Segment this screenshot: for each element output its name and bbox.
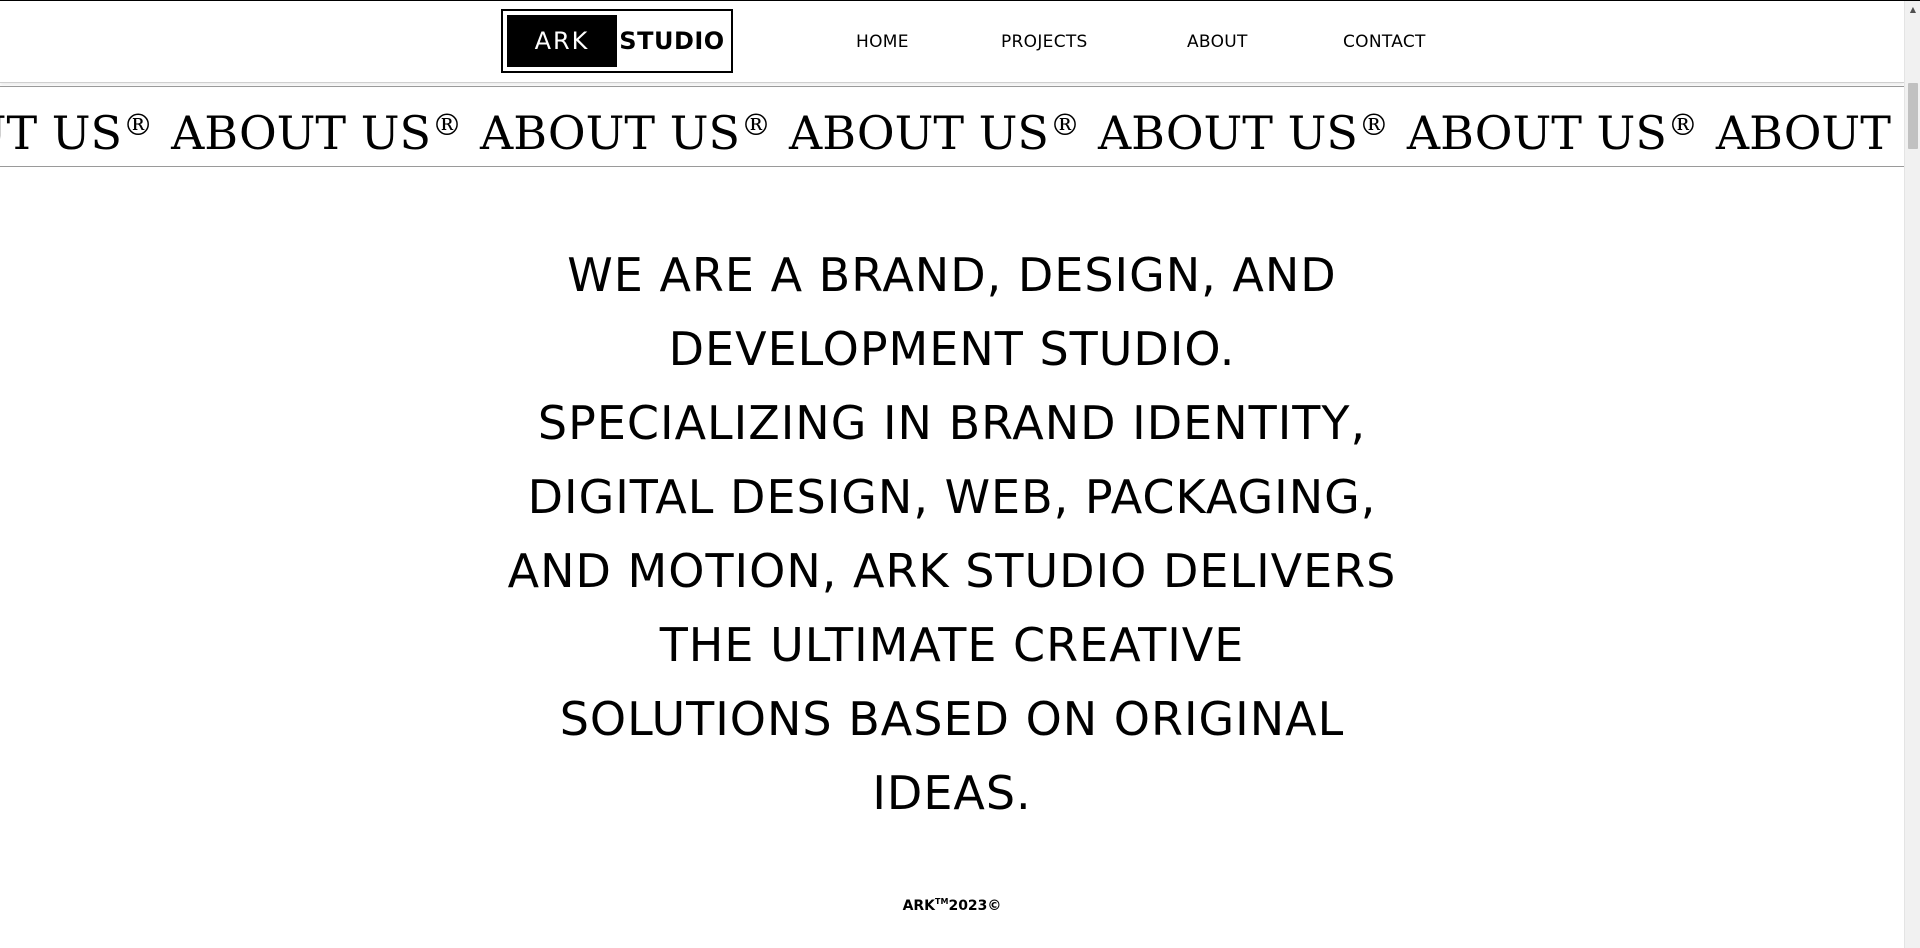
marquee-track: OUT US®ABOUT US®ABOUT US®ABOUT US®ABOUT …	[0, 101, 1904, 158]
site-footer: ARKTM2023©	[0, 897, 1904, 914]
statement-line: SPECIALIZING IN BRAND IDENTITY,	[537, 396, 1367, 450]
nav-about-link[interactable]: ABOUT	[1187, 32, 1248, 52]
marquee-item: ABOUT US®	[1098, 101, 1389, 158]
registered-mark: ®	[123, 108, 154, 143]
statement-line: DEVELOPMENT STUDIO.	[668, 322, 1236, 376]
marquee-item-text: ABOUT US	[1715, 106, 1904, 160]
studio-statement: WE ARE A BRAND, DESIGN, AND DEVELOPMENT …	[460, 238, 1444, 830]
marquee-item-text: ABOUT US	[1097, 106, 1358, 160]
nav-projects-link[interactable]: PROJECTS	[1001, 32, 1088, 52]
statement-line: SOLUTIONS BASED ON ORIGINAL	[559, 692, 1345, 746]
marquee-item-text: ABOUT US	[171, 106, 432, 160]
statement-line: THE ULTIMATE CREATIVE	[659, 618, 1245, 672]
registered-mark: ®	[1049, 108, 1080, 143]
marquee-item: ABOUT US®	[171, 101, 462, 158]
main-nav: HOME PROJECTS ABOUT CONTACT	[0, 1, 1904, 82]
marquee-item: ABOUT US®	[1407, 101, 1698, 158]
marquee-item-text: ABOUT US	[480, 106, 740, 160]
marquee-item-text: ABOUT US	[1406, 106, 1667, 160]
registered-mark: ®	[1667, 108, 1698, 143]
marquee-item: ABOUT US®	[480, 101, 771, 158]
marquee-item: ABOUT US®	[1716, 101, 1904, 158]
footer-trademark: TM	[935, 897, 949, 906]
footer-brand: ARK	[902, 898, 936, 914]
nav-home-link[interactable]: HOME	[856, 32, 909, 52]
statement-line: AND MOTION, ARK STUDIO DELIVERS	[507, 544, 1397, 598]
marquee-item: ABOUT US®	[789, 101, 1080, 158]
site-header: ARK STUDIO HOME PROJECTS ABOUT CONTACT	[0, 1, 1904, 83]
footer-year: 2023©	[948, 898, 1002, 914]
scrollbar-thumb[interactable]	[1908, 83, 1918, 149]
scroll-up-arrow-icon[interactable]: ▲	[1905, 1, 1920, 17]
registered-mark: ®	[740, 108, 771, 143]
page: ARK STUDIO HOME PROJECTS ABOUT CONTACT O…	[0, 0, 1920, 948]
marquee-item-text: ABOUT US	[788, 106, 1049, 160]
marquee-item-text: OUT US	[0, 106, 123, 160]
registered-mark: ®	[1358, 108, 1389, 143]
about-us-marquee: OUT US®ABOUT US®ABOUT US®ABOUT US®ABOUT …	[0, 86, 1904, 167]
statement-line: WE ARE A BRAND, DESIGN, AND	[567, 248, 1337, 302]
statement-line: DIGITAL DESIGN, WEB, PACKAGING,	[527, 470, 1377, 524]
statement-line: IDEAS.	[872, 766, 1032, 820]
marquee-item: OUT US®	[0, 101, 153, 158]
vertical-scrollbar[interactable]: ▲	[1904, 1, 1920, 948]
registered-mark: ®	[432, 108, 463, 143]
nav-contact-link[interactable]: CONTACT	[1343, 32, 1426, 52]
